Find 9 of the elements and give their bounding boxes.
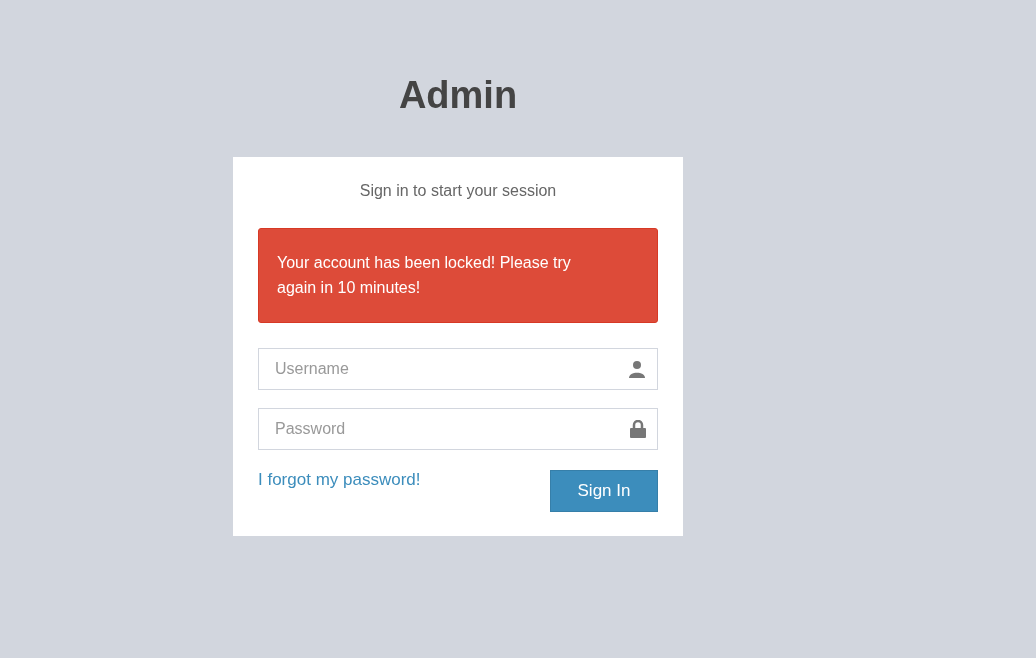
page-title: Admin [397,73,519,118]
user-icon [628,360,646,378]
password-field[interactable]: Password [258,408,658,450]
sign-in-button[interactable]: Sign In [550,470,658,512]
lock-icon [630,420,646,438]
login-message: Sign in to start your session [359,182,557,200]
alert-message: Your account has been locked! Please try again in 10 minutes! [258,228,658,323]
forgot-password-link[interactable]: I forgot my password! [258,470,421,490]
username-field[interactable]: Username [258,348,658,390]
